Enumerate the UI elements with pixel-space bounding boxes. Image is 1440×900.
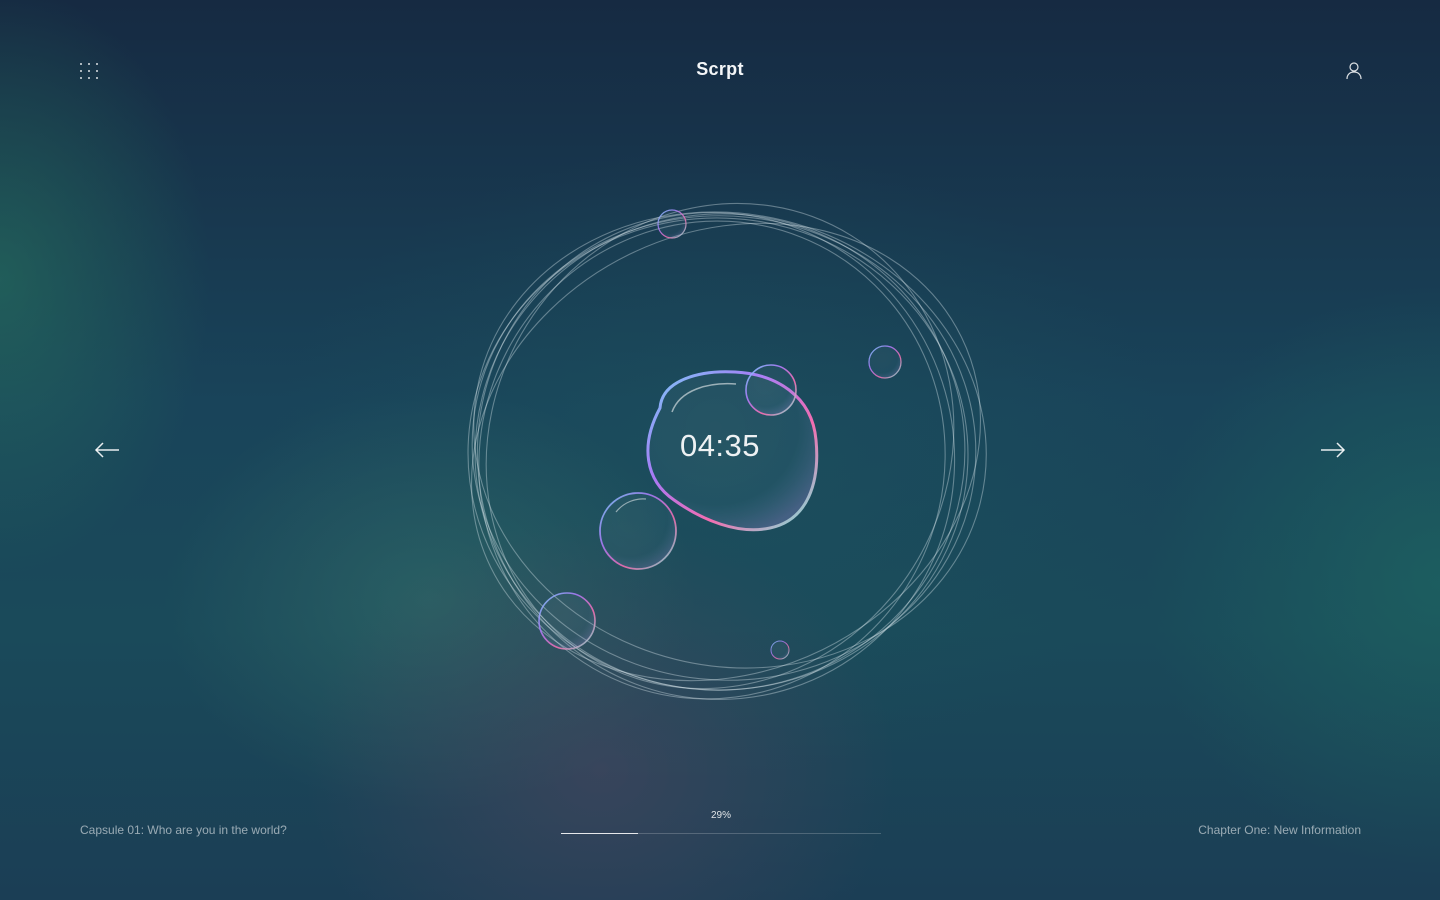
user-icon[interactable] xyxy=(1345,61,1363,80)
progress-percent: 29% xyxy=(710,810,731,821)
brand-logo[interactable]: Scrpt xyxy=(0,59,1440,80)
countdown-timer: 04:35 xyxy=(679,428,761,463)
chapter-title-link[interactable]: Chapter One: New Information xyxy=(1198,823,1361,837)
capsule-title-link[interactable]: Capsule 01: Who are you in the world? xyxy=(80,823,287,837)
arrow-right-icon[interactable] xyxy=(1319,440,1347,460)
arrow-left-icon[interactable] xyxy=(93,440,121,460)
progress-bar-fill xyxy=(561,833,638,834)
progress-bar xyxy=(561,833,881,834)
